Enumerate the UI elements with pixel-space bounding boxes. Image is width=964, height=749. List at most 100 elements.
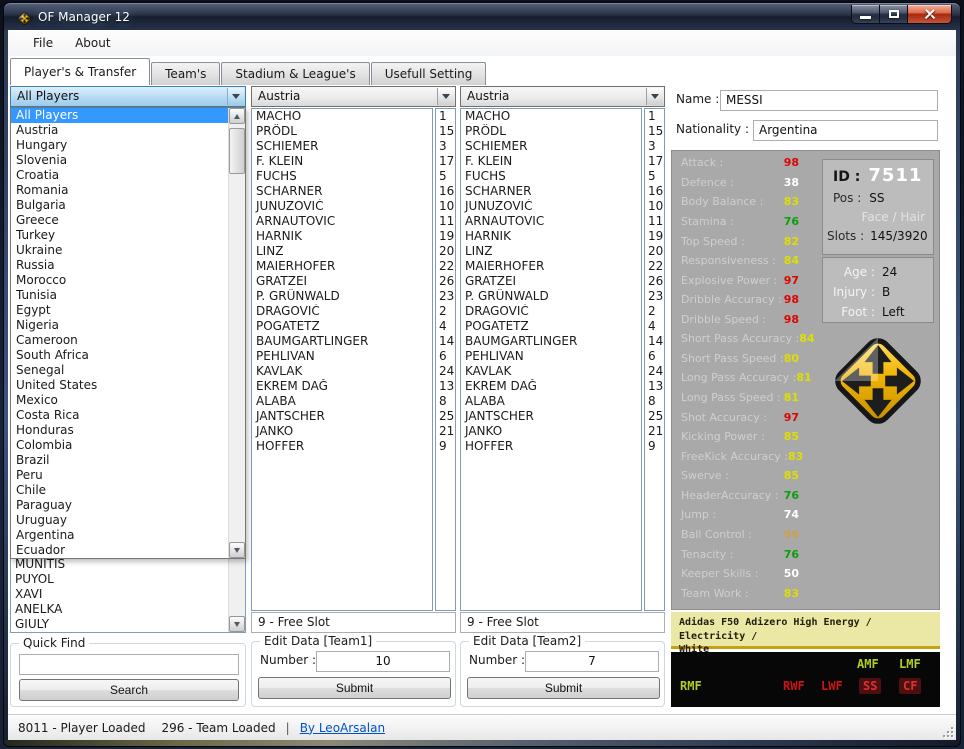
player-row[interactable]: JUNUZOVIĆ (461, 199, 641, 214)
player-row[interactable]: BAUMGARTLINGER (252, 334, 432, 349)
dropdown-item[interactable]: Argentina (11, 528, 228, 543)
player-row[interactable]: POGATETZ (461, 319, 641, 334)
team1-player-list[interactable]: MACHOPRÖDLSCHIEMERF. KLEINFUCHSSCHARNERJ… (251, 108, 433, 611)
player-number[interactable]: 14 (645, 334, 664, 349)
dropdown-item[interactable]: Morocco (11, 273, 228, 288)
player-row[interactable]: SCHIEMER (461, 139, 641, 154)
player-number[interactable]: 4 (645, 319, 664, 334)
player-row[interactable]: DRAGOVIĆ (461, 304, 641, 319)
team1-number-input[interactable] (316, 651, 450, 672)
player-row[interactable]: SCHARNER (461, 184, 641, 199)
scrollbar-thumb[interactable] (229, 128, 245, 174)
dropdown-item[interactable]: Bulgaria (11, 198, 228, 213)
player-number[interactable]: 21 (436, 424, 455, 439)
player-row[interactable]: BAUMGARTLINGER (461, 334, 641, 349)
player-row[interactable]: F. KLEIN (252, 154, 432, 169)
dropdown-item[interactable]: South Africa (11, 348, 228, 363)
player-number[interactable]: 24 (436, 364, 455, 379)
player-row[interactable]: PEHLIVAN (461, 349, 641, 364)
player-number[interactable]: 17 (436, 154, 455, 169)
minimize-button[interactable] (851, 5, 880, 24)
player-row[interactable]: LINZ (252, 244, 432, 259)
resize-grip[interactable] (941, 725, 953, 737)
maximize-button[interactable] (880, 5, 907, 24)
player-row[interactable]: ALABA (461, 394, 641, 409)
player-row[interactable]: JANTSCHER (252, 409, 432, 424)
player-number[interactable]: 23 (645, 289, 664, 304)
player-row[interactable]: EKREM DAĞ (252, 379, 432, 394)
player-row[interactable]: ARNAUTOVIC (461, 214, 641, 229)
dropdown-item[interactable]: Honduras (11, 423, 228, 438)
player-row[interactable]: PEHLIVAN (252, 349, 432, 364)
player-row[interactable]: ARNAUTOVIC (252, 214, 432, 229)
dropdown-item[interactable]: Peru (11, 468, 228, 483)
combobox-dropdown-button[interactable] (227, 88, 244, 105)
combobox-dropdown-button[interactable] (646, 88, 663, 105)
player-number[interactable]: 10 (645, 199, 664, 214)
dropdown-item[interactable]: Nigeria (11, 318, 228, 333)
list-item-player[interactable]: MUNITIS (11, 557, 228, 572)
player-row[interactable]: ALABA (252, 394, 432, 409)
menu-item[interactable]: About (64, 32, 121, 54)
scroll-down-button[interactable] (229, 542, 245, 558)
face-hair-link[interactable]: Face / Hair (862, 210, 925, 224)
team1-combobox[interactable]: Austria (251, 86, 456, 107)
dropdown-item[interactable]: Costa Rica (11, 408, 228, 423)
player-row[interactable]: P. GRÜNWALD (461, 289, 641, 304)
dropdown-item[interactable]: Colombia (11, 438, 228, 453)
title-bar[interactable]: OF Manager 12 (3, 2, 961, 30)
player-number[interactable]: 25 (436, 409, 455, 424)
player-number[interactable]: 3 (645, 139, 664, 154)
player-row[interactable]: F. KLEIN (461, 154, 641, 169)
player-row[interactable]: PRÖDL (461, 124, 641, 139)
player-row[interactable]: SCHIEMER (252, 139, 432, 154)
player-name-input[interactable] (720, 90, 938, 111)
player-row[interactable]: MACHO (252, 109, 432, 124)
dropdown-item[interactable]: Paraguay (11, 498, 228, 513)
player-row[interactable]: JANKO (252, 424, 432, 439)
player-number[interactable]: 9 (436, 439, 455, 454)
tab[interactable]: Team's (151, 62, 220, 85)
player-number[interactable]: 16 (436, 184, 455, 199)
player-row[interactable]: LINZ (461, 244, 641, 259)
player-number[interactable]: 15 (436, 124, 455, 139)
player-number[interactable]: 19 (436, 229, 455, 244)
dropdown-item[interactable]: Austria (11, 123, 228, 138)
player-number[interactable]: 22 (645, 259, 664, 274)
player-number[interactable]: 6 (436, 349, 455, 364)
dropdown-item[interactable]: Tunisia (11, 288, 228, 303)
player-row[interactable]: HARNIK (252, 229, 432, 244)
dropdown-item[interactable]: Brazil (11, 453, 228, 468)
player-row[interactable]: P. GRÜNWALD (252, 289, 432, 304)
scroll-up-button[interactable] (229, 108, 245, 124)
player-number[interactable]: 8 (645, 394, 664, 409)
list-item-player[interactable]: GIULY (11, 617, 228, 632)
player-number[interactable]: 19 (645, 229, 664, 244)
dropdown-item[interactable]: United States (11, 378, 228, 393)
combobox-dropdown-button[interactable] (437, 88, 454, 105)
player-row[interactable]: HARNIK (461, 229, 641, 244)
player-number[interactable]: 4 (436, 319, 455, 334)
dropdown-item[interactable]: Senegal (11, 363, 228, 378)
player-number[interactable]: 25 (645, 409, 664, 424)
credit-link[interactable]: By LeoArsalan (300, 721, 385, 735)
player-row[interactable]: POGATETZ (252, 319, 432, 334)
dropdown-item[interactable]: Hungary (11, 138, 228, 153)
player-nationality-input[interactable] (753, 120, 938, 141)
country-dropdown-list[interactable]: All PlayersAustriaHungarySloveniaCroatia… (10, 107, 246, 559)
player-number[interactable]: 13 (436, 379, 455, 394)
player-number[interactable]: 10 (436, 199, 455, 214)
player-number[interactable]: 21 (645, 424, 664, 439)
dropdown-item[interactable]: Uruguay (11, 513, 228, 528)
player-row[interactable]: KAVLAK (252, 364, 432, 379)
player-number[interactable]: 15 (645, 124, 664, 139)
menu-item[interactable]: File (22, 32, 64, 54)
player-number[interactable]: 3 (436, 139, 455, 154)
player-number[interactable]: 11 (436, 214, 455, 229)
team2-player-list[interactable]: MACHOPRÖDLSCHIEMERF. KLEINFUCHSSCHARNERJ… (460, 108, 642, 611)
player-number[interactable]: 8 (436, 394, 455, 409)
dropdown-item[interactable]: Ecuador (11, 543, 228, 558)
dropdown-item[interactable]: Egypt (11, 303, 228, 318)
player-number[interactable]: 23 (436, 289, 455, 304)
player-row[interactable]: GRATZEI (461, 274, 641, 289)
